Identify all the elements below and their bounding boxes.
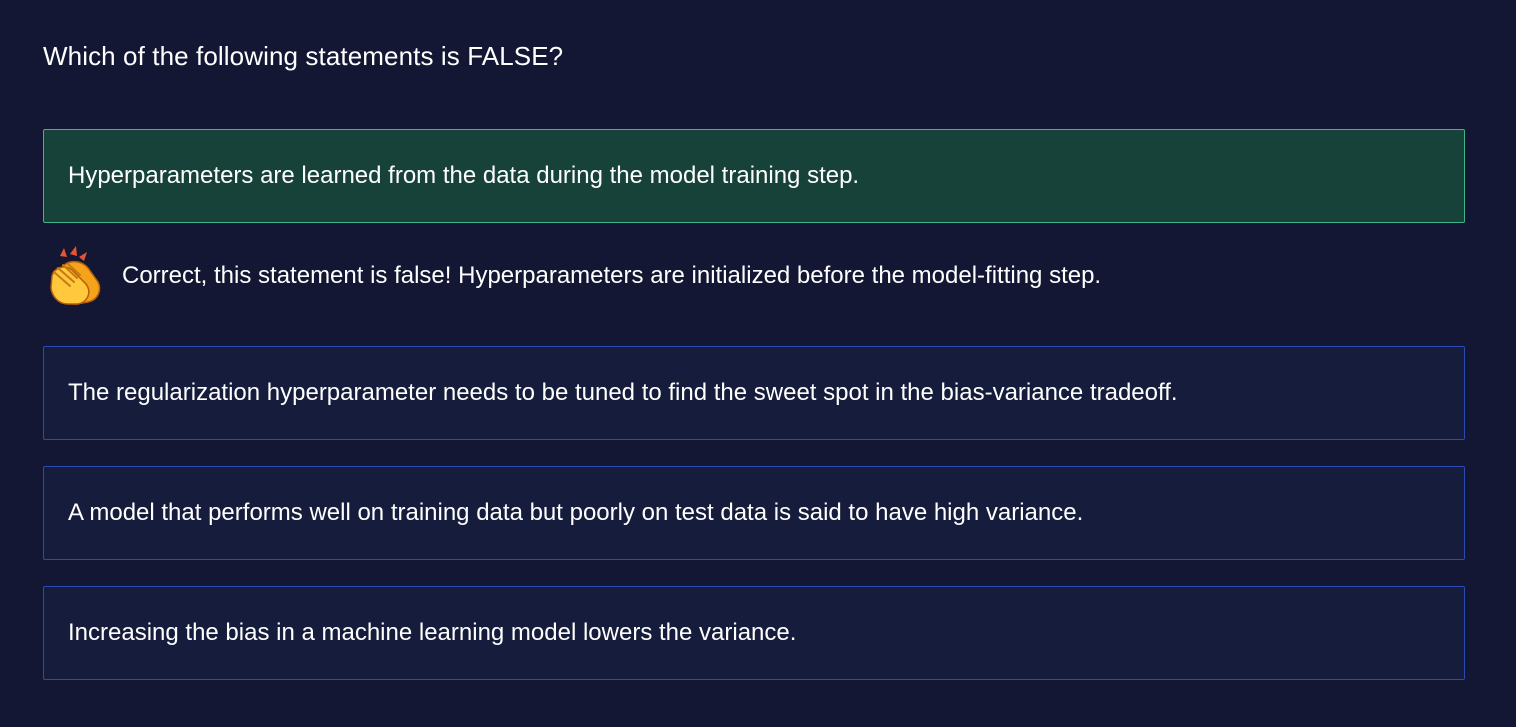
answer-option-label: A model that performs well on training d… [68,499,1084,526]
answer-option-label: Increasing the bias in a machine learnin… [68,619,797,646]
question-title: Which of the following statements is FAL… [43,41,564,71]
answer-option-2[interactable]: The regularization hyperparameter needs … [43,346,1465,440]
answer-option-label: Hyperparameters are learned from the dat… [68,162,860,189]
feedback-text: Correct, this statement is false! Hyperp… [122,262,1102,289]
answer-option-3[interactable]: A model that performs well on training d… [43,466,1465,560]
answer-option-1[interactable]: Hyperparameters are learned from the dat… [43,129,1465,223]
answer-option-label: The regularization hyperparameter needs … [68,379,1178,406]
clapping-hands-icon [50,246,101,305]
feedback-message: Correct, this statement is false! Hyperp… [46,246,1101,306]
answer-option-4[interactable]: Increasing the bias in a machine learnin… [43,586,1465,680]
